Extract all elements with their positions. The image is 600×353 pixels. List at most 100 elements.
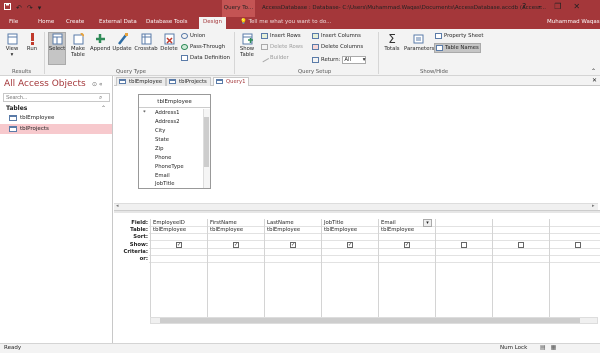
field-list-item[interactable]: Email [155, 173, 170, 179]
doc-tab-tblemployee[interactable]: tblEmployee [116, 77, 167, 86]
field-list-scroll-thumb[interactable] [204, 117, 209, 167]
show-checkbox[interactable] [575, 242, 581, 248]
append-button[interactable]: Append [90, 33, 110, 52]
property-sheet-button[interactable]: Property Sheet [435, 33, 483, 39]
field-list-item[interactable]: Phone [155, 155, 171, 161]
field-list-tblemployee[interactable]: tblEmployee * Address1 Address2 City Sta… [138, 94, 211, 189]
grid-field-cell[interactable]: LastName [267, 220, 294, 226]
field-list-item[interactable]: Zip [155, 146, 163, 152]
tab-create[interactable]: Create [66, 19, 84, 25]
crosstab-button[interactable]: Crosstab [134, 33, 158, 52]
tab-external-data[interactable]: External Data [99, 19, 137, 25]
field-list-item[interactable]: State [155, 137, 169, 143]
show-checkbox[interactable]: ✓ [347, 242, 353, 248]
insert-columns-button[interactable]: Insert Columns [312, 33, 361, 39]
grid-column[interactable]: LastName tblEmployee ✓ [264, 219, 321, 323]
customize-qat-icon[interactable]: ▾ [38, 4, 42, 12]
sql-view-icon[interactable]: ▤ [540, 344, 546, 351]
insert-rows-button[interactable]: Insert Rows [261, 33, 301, 39]
delete-columns-button[interactable]: Delete Columns [312, 44, 363, 50]
grid-column[interactable]: Email tblEmployee ✓ [378, 219, 435, 323]
return-value: All [344, 57, 351, 63]
scroll-left-icon[interactable]: ◂ [116, 203, 119, 209]
field-list-star[interactable]: * [143, 110, 146, 116]
show-checkbox[interactable]: ✓ [404, 242, 410, 248]
grid-scroll-thumb[interactable] [160, 318, 580, 323]
nav-section-tables[interactable]: Tables [6, 105, 27, 112]
tab-file[interactable]: File [9, 19, 18, 25]
return-dropdown[interactable]: All ▾ [342, 56, 367, 64]
close-document-icon[interactable]: ✕ [592, 77, 597, 84]
user-name[interactable]: Muhammad Waqas [547, 19, 600, 25]
show-checkbox[interactable]: ✓ [290, 242, 296, 248]
show-checkbox[interactable]: ✓ [176, 242, 182, 248]
builder-button[interactable]: Builder [259, 53, 289, 63]
field-list-item[interactable]: City [155, 128, 165, 134]
update-button[interactable]: Update [112, 33, 132, 52]
grid-column[interactable] [435, 219, 492, 323]
nav-pane-menu-icon[interactable]: ⊙ « [92, 81, 103, 88]
grid-table-cell[interactable]: tblEmployee [210, 227, 243, 233]
show-checkbox[interactable]: ✓ [233, 242, 239, 248]
close-button[interactable]: ✕ [573, 2, 580, 11]
table-names-button[interactable]: Table Names [434, 43, 481, 53]
grid-table-cell[interactable]: tblEmployee [267, 227, 300, 233]
run-button[interactable]: Run [25, 33, 39, 52]
nav-item-tblemployee[interactable]: tblEmployee [0, 113, 112, 123]
collapse-ribbon-icon[interactable]: ⌃ [591, 68, 596, 75]
totals-button[interactable]: Σ Totals [382, 33, 402, 52]
minimize-button[interactable]: – [538, 2, 542, 11]
union-button[interactable]: Union [181, 33, 205, 39]
pass-through-button[interactable]: Pass-Through [181, 44, 225, 50]
grid-table-cell[interactable]: tblEmployee [153, 227, 186, 233]
show-table-button[interactable]: Show Table [237, 33, 257, 58]
tab-design[interactable]: Design [199, 17, 226, 29]
delete-rows-button[interactable]: Delete Rows [261, 44, 303, 50]
redo-icon[interactable]: ↷ [27, 4, 33, 12]
field-list-title[interactable]: tblEmployee [139, 95, 210, 108]
upper-pane-hscrollbar[interactable] [114, 203, 598, 210]
field-list-item[interactable]: Address2 [155, 119, 179, 125]
delete-query-button[interactable]: Delete [160, 33, 178, 52]
grid-column[interactable]: FirstName tblEmployee ✓ [207, 219, 264, 323]
grid-field-cell[interactable]: JobTitle [324, 220, 344, 226]
status-num-lock: Num Lock [500, 345, 528, 351]
grid-column[interactable] [549, 219, 598, 323]
save-icon[interactable] [4, 3, 11, 12]
tab-database-tools[interactable]: Database Tools [146, 19, 188, 25]
doc-tab-query1[interactable]: Query1 [213, 77, 250, 86]
grid-column[interactable] [492, 219, 549, 323]
show-checkbox[interactable] [461, 242, 467, 248]
show-checkbox[interactable] [518, 242, 524, 248]
field-list-item[interactable]: JobTitle [155, 181, 175, 187]
collapse-section-icon[interactable]: ⌃ [101, 105, 106, 112]
tell-me-search[interactable]: 💡 Tell me what you want to do... [240, 19, 331, 25]
grid-field-cell[interactable]: Email [381, 220, 396, 226]
undo-icon[interactable]: ↶ [16, 4, 22, 12]
grid-column[interactable]: EmployeeID tblEmployee ✓ [150, 219, 207, 323]
tab-home[interactable]: Home [38, 19, 54, 25]
make-table-button[interactable]: Make Table [68, 33, 88, 58]
grid-table-cell[interactable]: tblEmployee [381, 227, 414, 233]
restore-button[interactable]: ❐ [554, 2, 561, 11]
grid-field-cell[interactable]: FirstName [210, 220, 237, 226]
design-view-icon[interactable]: ▦ [551, 344, 557, 351]
grid-column[interactable]: JobTitle tblEmployee ✓ [321, 219, 378, 323]
grid-table-cell[interactable]: tblEmployee [324, 227, 357, 233]
grid-field-cell[interactable]: EmployeeID [153, 220, 185, 226]
scroll-right-icon[interactable]: ▸ [592, 203, 595, 209]
field-list-item[interactable]: Address1 [155, 110, 179, 116]
select-query-button[interactable]: Select [48, 33, 66, 52]
nav-pane-title[interactable]: All Access Objects [4, 79, 86, 89]
chevron-down-icon[interactable]: ▾ [423, 219, 432, 227]
field-list-item[interactable]: PhoneType [155, 164, 184, 170]
nav-item-tblprojects[interactable]: tblProjects [0, 124, 112, 134]
query-setup-group-label: Query Setup [298, 69, 332, 75]
table-icon [169, 79, 176, 84]
nav-search-input[interactable] [3, 93, 110, 102]
parameters-button[interactable]: Parameters [404, 33, 434, 52]
view-button[interactable]: View ▾ [4, 33, 20, 58]
doc-tab-tblprojects[interactable]: tblProjects [166, 77, 211, 86]
data-definition-button[interactable]: Data Definition [181, 55, 230, 61]
help-icon[interactable]: ? [522, 2, 526, 11]
